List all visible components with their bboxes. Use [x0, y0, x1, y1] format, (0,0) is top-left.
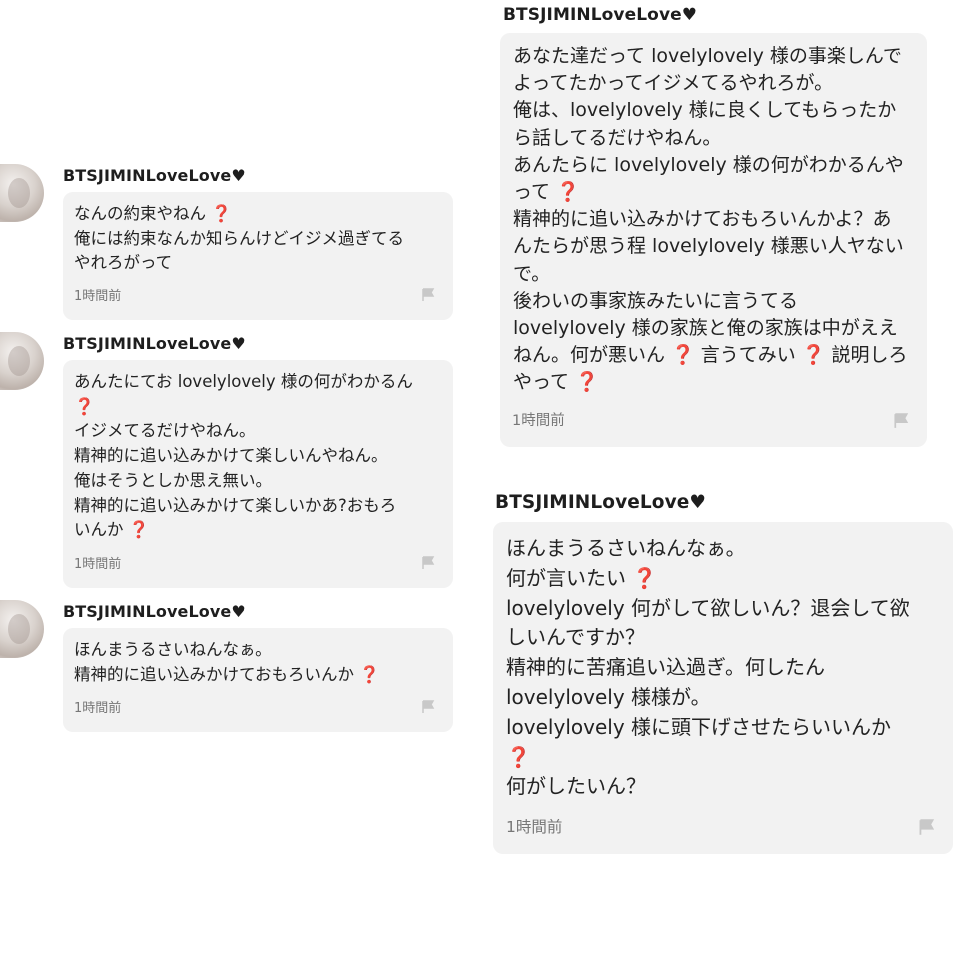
message-text: あなた達だって lovelylovely 様の事楽しんで よってたかってイジメてる… — [513, 45, 908, 394]
timestamp: 1時間前 — [506, 818, 563, 836]
question-mark-icon: ❓ — [359, 664, 380, 684]
report-flag-icon[interactable] — [421, 700, 435, 714]
heart-icon: ♥ — [231, 166, 246, 185]
message-text: ほんまうるさいねんなぁ。 精神的に追い込みかけておもろいんか ❓ — [74, 640, 380, 684]
report-flag-icon[interactable] — [421, 556, 435, 570]
message-bubble: なんの約束やねん ❓ 俺には約束なんか知らんけどイジメ過ぎてる やれろがって 1時間… — [63, 192, 453, 320]
username[interactable]: BTSJIMINLoveLove♥ — [63, 602, 246, 621]
username[interactable]: BTSJIMINLoveLove♥ — [63, 334, 246, 353]
message-text: なんの約束やねん ❓ 俺には約束なんか知らんけどイジメ過ぎてる やれろがって — [74, 204, 404, 273]
question-mark-icon: ❓ — [74, 396, 95, 416]
message-bubble: ほんまうるさいねんなぁ。 何が言いたい ❓ lovelylovely 何がして欲しい… — [493, 522, 953, 854]
message-bubble: あなた達だって lovelylovely 様の事楽しんで よってたかってイジメてる… — [500, 33, 927, 447]
question-mark-icon: ❓ — [575, 371, 599, 394]
question-mark-icon: ❓ — [128, 520, 150, 540]
timestamp: 1時間前 — [74, 289, 122, 304]
question-mark-icon: ❓ — [632, 565, 658, 590]
message-bubble: ほんまうるさいねんなぁ。 精神的に追い込みかけておもろいんか ❓ 1時間前 — [63, 628, 453, 732]
timestamp: 1時間前 — [74, 701, 122, 716]
heart-icon: ♥ — [681, 5, 698, 25]
avatar[interactable] — [0, 600, 44, 658]
question-mark-icon: ❓ — [801, 344, 826, 367]
heart-icon: ♥ — [231, 334, 246, 353]
question-mark-icon: ❓ — [556, 181, 580, 204]
username[interactable]: BTSJIMINLoveLove♥ — [503, 5, 697, 25]
timestamp: 1時間前 — [512, 413, 565, 429]
avatar[interactable] — [0, 332, 44, 390]
timestamp: 1時間前 — [74, 557, 122, 572]
heart-icon: ♥ — [689, 492, 707, 513]
question-mark-icon: ❓ — [211, 204, 232, 223]
report-flag-icon[interactable] — [918, 819, 935, 836]
avatar[interactable] — [0, 164, 44, 222]
message-bubble: あんたにてお lovelylovely 様の何がわかるん ❓ イジメてるだけやねん。… — [63, 360, 453, 588]
report-flag-icon[interactable] — [893, 413, 909, 429]
question-mark-icon: ❓ — [506, 744, 531, 769]
question-mark-icon: ❓ — [671, 344, 695, 367]
username[interactable]: BTSJIMINLoveLove♥ — [63, 166, 246, 185]
message-text: あんたにてお lovelylovely 様の何がわかるん ❓ イジメてるだけやねん。… — [74, 372, 413, 540]
report-flag-icon[interactable] — [421, 288, 435, 302]
username[interactable]: BTSJIMINLoveLove♥ — [495, 492, 706, 513]
message-text: ほんまうるさいねんなぁ。 何が言いたい ❓ lovelylovely 何がして欲しい… — [506, 536, 910, 799]
heart-icon: ♥ — [231, 602, 246, 621]
